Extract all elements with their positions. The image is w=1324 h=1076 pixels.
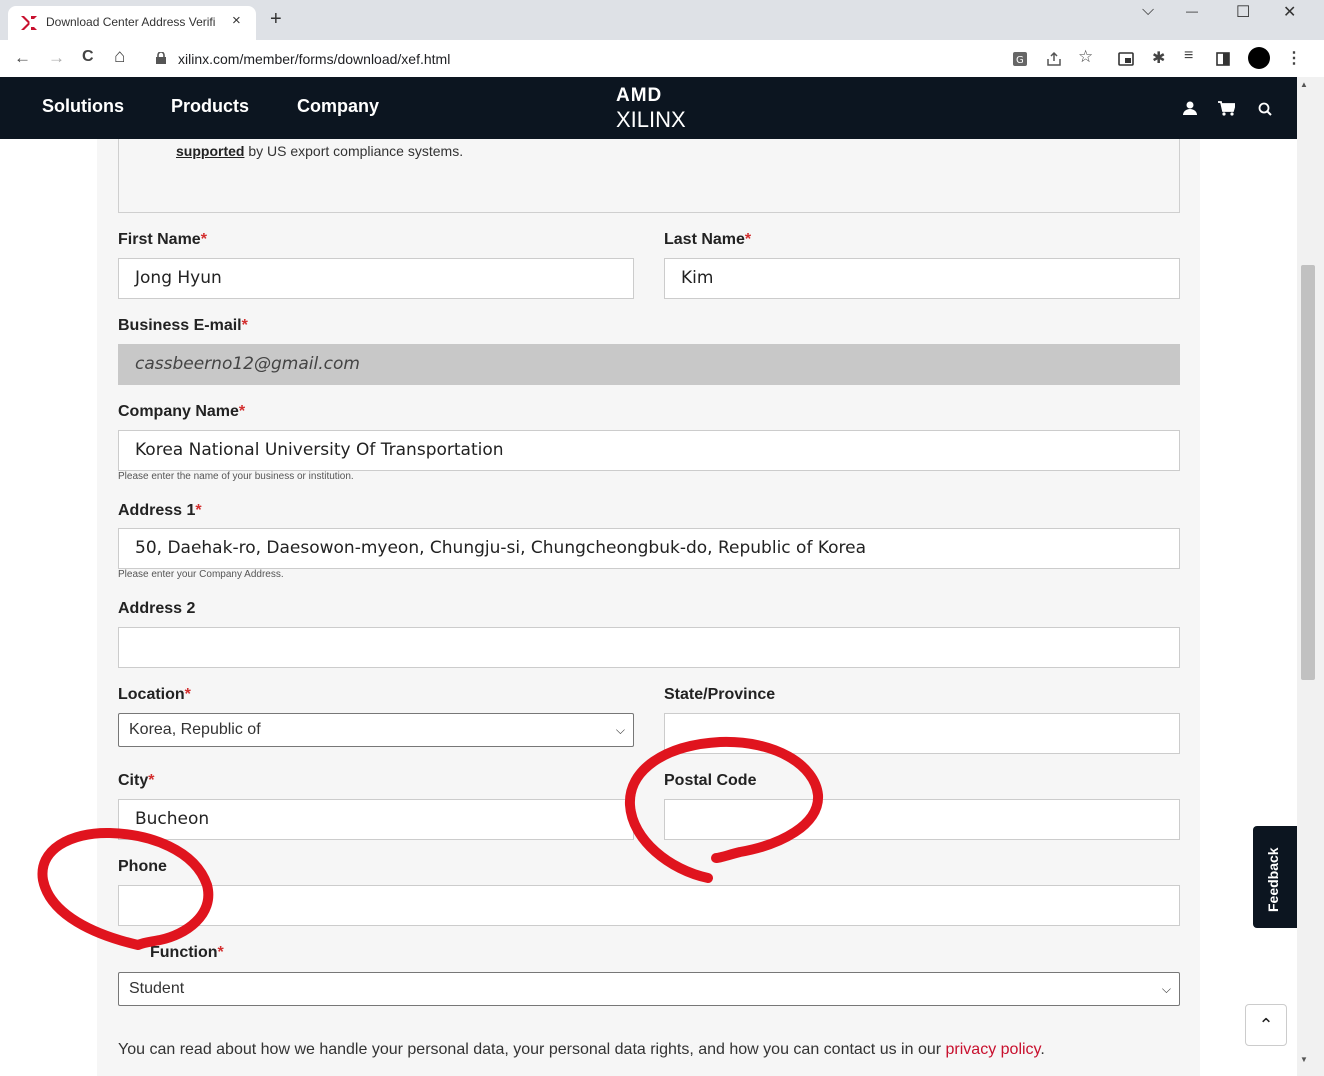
company-input[interactable]: Korea National University Of Transportat… [118, 430, 1180, 471]
city-input[interactable]: Bucheon [118, 799, 634, 840]
export-notice: supported by US export compliance system… [118, 139, 1180, 213]
postal-code-input[interactable] [664, 799, 1180, 840]
browser-toolbar: ← → C ⌂ xilinx.com/member/forms/download… [0, 40, 1324, 78]
location-select[interactable]: Korea, Republic of ⌵ [118, 713, 634, 747]
amd-logo[interactable]: AMD [616, 85, 662, 107]
address1-input[interactable]: 50, Daehak-ro, Daesowon-myeon, Chungju-s… [118, 528, 1180, 569]
close-window-icon[interactable]: ✕ [1283, 2, 1296, 22]
state-input[interactable] [664, 713, 1180, 754]
back-icon[interactable]: ← [14, 48, 31, 68]
svg-text:G: G [1016, 55, 1024, 66]
minimize-icon[interactable]: — [1186, 4, 1198, 18]
scrollbar-thumb[interactable] [1301, 265, 1315, 680]
back-to-top-button[interactable]: ⌃ [1245, 1004, 1287, 1046]
home-icon[interactable]: ⌂ [114, 46, 125, 68]
feedback-button[interactable]: Feedback [1253, 826, 1297, 928]
browser-tab[interactable]: Download Center Address Verifi × [8, 6, 256, 40]
state-label: State/Province [664, 686, 776, 703]
media-icon[interactable] [1118, 52, 1134, 66]
phone-label: Phone [118, 858, 167, 875]
tab-title: Download Center Address Verifi [46, 15, 216, 29]
cart-icon[interactable] [1218, 101, 1235, 116]
city-label: City* [118, 772, 155, 789]
company-help-text: Please enter the name of your business o… [118, 471, 354, 482]
user-icon[interactable] [1183, 101, 1197, 115]
company-label: Company Name* [118, 403, 246, 420]
side-panel-icon[interactable] [1216, 52, 1230, 66]
reading-list-icon[interactable]: ≡ [1184, 47, 1193, 65]
location-label: Location* [118, 686, 191, 703]
tab-close-icon[interactable]: × [232, 12, 241, 29]
supported-link[interactable]: supported [176, 143, 244, 159]
nav-solutions[interactable]: Solutions [42, 96, 124, 117]
address2-label: Address 2 [118, 600, 196, 617]
xilinx-favicon-icon [21, 16, 37, 30]
address-bar[interactable]: xilinx.com/member/forms/download/xef.htm… [148, 44, 998, 74]
address1-label: Address 1* [118, 502, 202, 519]
chevron-down-icon: ⌵ [1161, 982, 1171, 996]
scroll-up-icon[interactable]: ▲ [1300, 80, 1308, 89]
nav-company[interactable]: Company [297, 96, 379, 117]
site-header: Solutions Products Company AMD XILINX [0, 77, 1297, 139]
menu-icon[interactable]: ⋮ [1286, 48, 1302, 68]
maximize-icon[interactable]: ☐ [1236, 2, 1250, 22]
function-label: Function* [150, 944, 224, 961]
search-icon[interactable] [1258, 102, 1272, 116]
lock-icon [156, 52, 166, 64]
privacy-text: You can read about how we handle your pe… [118, 1041, 1045, 1058]
first-name-label: First Name* [118, 231, 207, 248]
reload-icon[interactable]: C [82, 48, 94, 66]
browser-tabstrip: Download Center Address Verifi × + ⌵ — ☐… [0, 0, 1324, 40]
email-label: Business E-mail* [118, 317, 248, 334]
forward-icon[interactable]: → [48, 48, 65, 68]
profile-icon[interactable] [1248, 47, 1270, 69]
new-tab-button[interactable]: + [270, 8, 282, 31]
nav-products[interactable]: Products [171, 96, 249, 117]
share-icon[interactable] [1046, 51, 1062, 67]
last-name-label: Last Name* [664, 231, 752, 248]
extensions-icon[interactable]: ✱ [1152, 48, 1165, 68]
chevron-down-icon: ⌵ [615, 723, 625, 737]
function-select[interactable]: Student ⌵ [118, 972, 1180, 1006]
first-name-input[interactable]: Jong Hyun [118, 258, 634, 299]
privacy-policy-link[interactable]: privacy policy [946, 1041, 1041, 1058]
last-name-input[interactable]: Kim [664, 258, 1180, 299]
url-text: xilinx.com/member/forms/download/xef.htm… [178, 51, 451, 67]
phone-input[interactable] [118, 885, 1180, 926]
star-icon[interactable]: ☆ [1078, 47, 1093, 67]
tab-search-icon[interactable]: ⌵ [1142, 2, 1154, 20]
postal-code-label: Postal Code [664, 772, 757, 789]
xilinx-logo[interactable]: XILINX [616, 107, 686, 133]
notice-text: supported by US export compliance system… [176, 143, 464, 159]
scroll-down-icon[interactable]: ▼ [1300, 1055, 1308, 1064]
translate-icon[interactable]: G [1012, 51, 1028, 67]
email-field[interactable]: cassbeerno12@gmail.com [118, 344, 1180, 385]
address1-help-text: Please enter your Company Address. [118, 569, 284, 580]
address2-input[interactable] [118, 627, 1180, 668]
